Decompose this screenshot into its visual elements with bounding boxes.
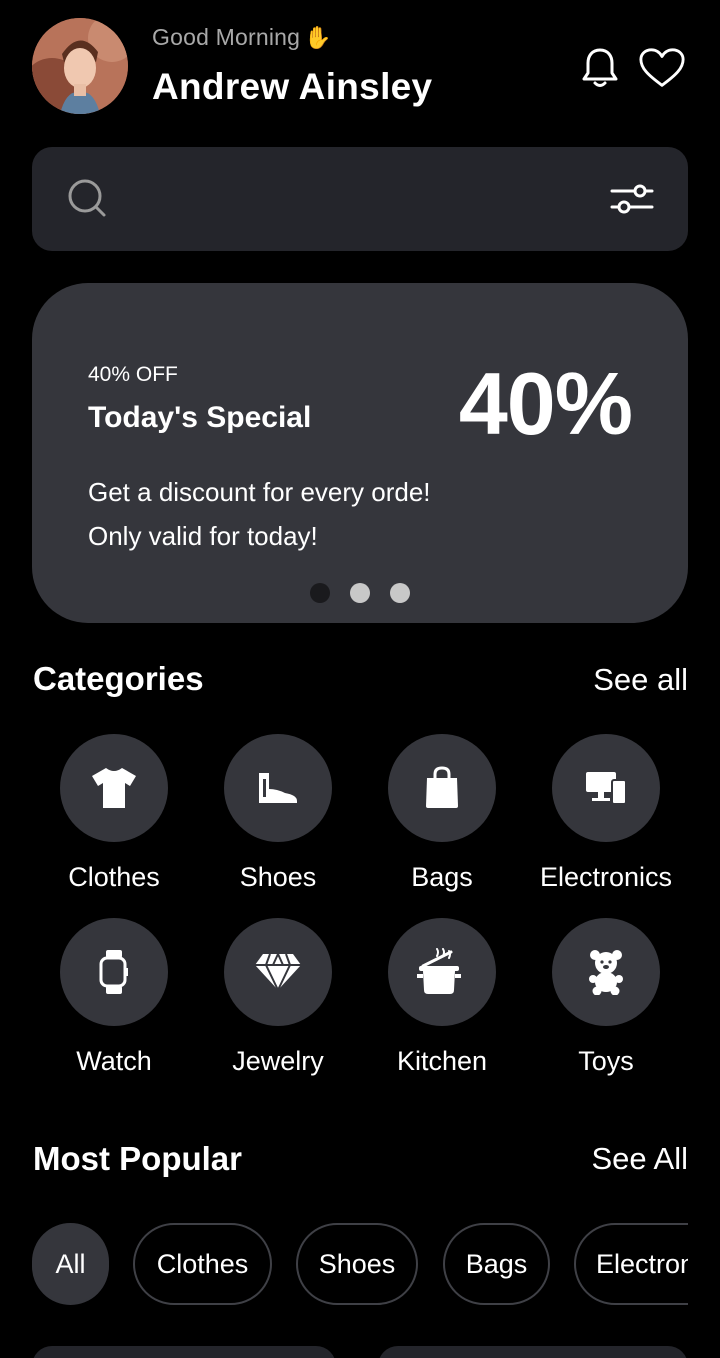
category-label: Watch <box>76 1046 152 1076</box>
category-label: Toys <box>578 1046 634 1076</box>
category-electronics[interactable]: Electronics <box>524 734 688 893</box>
user-name: Andrew Ainsley <box>152 66 433 107</box>
carousel-dots <box>310 583 410 603</box>
diamond-icon <box>255 953 301 992</box>
carousel-dot[interactable] <box>390 583 410 603</box>
filter-chips: All Clothes Shoes Bags Electronics <box>32 1223 688 1307</box>
category-label: Bags <box>411 862 473 892</box>
category-label: Jewelry <box>232 1046 324 1076</box>
header: Good Morning ✋ Andrew Ainsley <box>32 18 692 118</box>
promo-description-line1: Get a discount for every orde! <box>88 477 431 507</box>
cooking-pot-icon <box>417 948 461 994</box>
avatar[interactable] <box>32 18 128 114</box>
chip-electronics[interactable]: Electronics <box>574 1223 688 1305</box>
search-bar <box>32 147 688 251</box>
product-card[interactable] <box>378 1346 688 1358</box>
category-label: Clothes <box>68 862 160 892</box>
greeting-text: Good Morning <box>152 24 301 50</box>
category-icon-circle <box>224 734 332 842</box>
filter-icon[interactable] <box>608 177 656 221</box>
promo-banner[interactable]: 40% OFF Today's Special 40% Get a discou… <box>32 283 688 623</box>
chip-bags[interactable]: Bags <box>443 1223 550 1305</box>
devices-icon <box>586 772 627 805</box>
chip-shoes[interactable]: Shoes <box>296 1223 418 1305</box>
category-icon-circle <box>60 918 168 1026</box>
carousel-dot[interactable] <box>350 583 370 603</box>
search-input[interactable] <box>128 177 598 221</box>
category-icon-circle <box>224 918 332 1026</box>
teddy-bear-icon <box>589 950 623 995</box>
promo-description-line2: Only valid for today! <box>88 521 318 551</box>
carousel-dot[interactable] <box>310 583 330 603</box>
home-screen: Good Morning ✋ Andrew Ainsley 40% OFF To… <box>0 0 720 1358</box>
chip-clothes[interactable]: Clothes <box>133 1223 272 1305</box>
category-label: Kitchen <box>396 1046 488 1076</box>
greeting: Good Morning ✋ <box>152 24 332 51</box>
product-card[interactable] <box>32 1346 336 1358</box>
chip-all[interactable]: All <box>32 1223 109 1305</box>
category-toys[interactable]: Toys <box>524 918 688 1077</box>
tshirt-icon <box>92 768 136 808</box>
boot-icon <box>259 773 297 803</box>
notification-bell-icon[interactable] <box>576 44 624 92</box>
watch-icon <box>99 950 128 994</box>
category-shoes[interactable]: Shoes <box>196 734 360 893</box>
promo-title: Today's Special <box>88 401 312 434</box>
waving-hand-icon: ✋ <box>304 24 332 50</box>
most-popular-see-all-link[interactable]: See All <box>591 1141 688 1177</box>
category-label: Electronics <box>539 862 673 892</box>
category-icon-circle <box>60 734 168 842</box>
most-popular-title: Most Popular <box>33 1140 243 1177</box>
category-watch[interactable]: Watch <box>32 918 196 1077</box>
category-label: Shoes <box>239 862 317 892</box>
bag-icon <box>426 766 458 808</box>
category-kitchen[interactable]: Kitchen <box>360 918 524 1077</box>
categories-see-all-link[interactable]: See all <box>593 662 688 698</box>
search-icon[interactable] <box>66 177 110 221</box>
category-icon-circle <box>388 734 496 842</box>
category-icon-circle <box>388 918 496 1026</box>
category-bags[interactable]: Bags <box>360 734 524 893</box>
category-icon-circle <box>552 918 660 1026</box>
category-jewelry[interactable]: Jewelry <box>196 918 360 1077</box>
promo-percentage: 40% <box>458 354 633 453</box>
promo-off-label: 40% OFF <box>88 363 178 386</box>
category-icon-circle <box>552 734 660 842</box>
category-clothes[interactable]: Clothes <box>32 734 196 893</box>
categories-title: Categories <box>33 660 204 697</box>
heart-icon[interactable] <box>638 44 686 92</box>
